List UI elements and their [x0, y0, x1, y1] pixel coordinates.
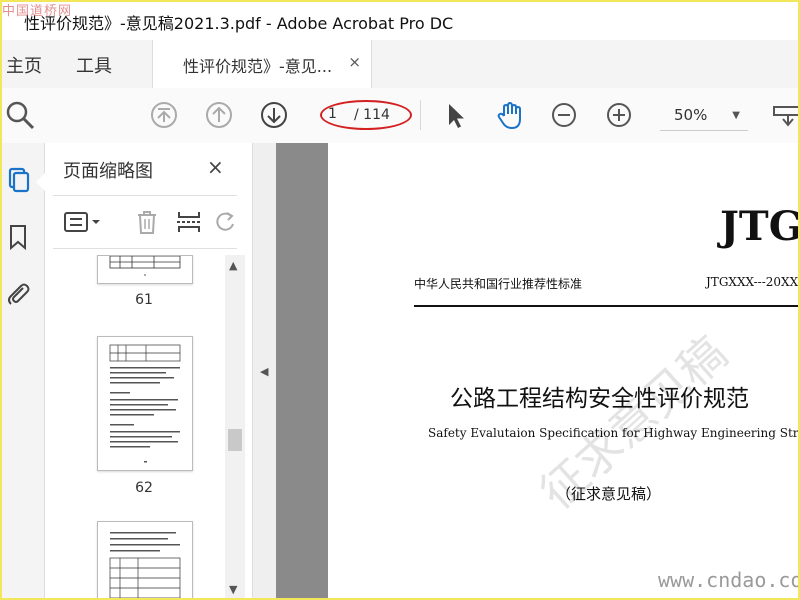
thumbnail-scrollbar[interactable]: ▲ ▼ [225, 255, 245, 600]
scroll-down-button[interactable]: ▼ [229, 583, 237, 596]
menu-bar: 主页 工具 [0, 40, 800, 89]
standard-number: JTGXXX---20XX [706, 275, 799, 289]
document-tab[interactable]: 性评价规范》-意见... × [152, 40, 372, 88]
page-thumbnail[interactable] [97, 255, 193, 284]
zoom-value: 50% [674, 106, 708, 124]
zoom-select[interactable]: 50% ▼ [660, 100, 748, 131]
left-rail [0, 143, 45, 600]
document-view[interactable]: JTG 中华人民共和国行业推荐性标准 JTGXXX---20XX 征求意见稿 公… [276, 143, 800, 600]
scrollbar-thumb[interactable] [228, 429, 242, 451]
header-rule [414, 305, 800, 307]
title-bar: 中国道桥网 性评价规范》-意见稿2021.3.pdf - Adobe Acrob… [0, 0, 800, 40]
thumbnail-panel: 页面缩略图 × 61 62 [45, 143, 252, 600]
pages-icon[interactable] [4, 165, 32, 193]
search-icon[interactable] [4, 99, 36, 131]
zoom-in-icon[interactable] [603, 99, 635, 131]
hand-icon[interactable] [494, 99, 526, 131]
bookmark-icon[interactable] [4, 223, 32, 251]
menu-tools[interactable]: 工具 [76, 52, 112, 78]
document-subtitle: Safety Evalutaion Specification for High… [428, 426, 800, 440]
tab-label: 性评价规范》-意见... [183, 57, 333, 76]
rotate-icon[interactable] [211, 208, 239, 236]
standard-code: JTG [720, 203, 800, 250]
site-watermark: www.cndao.com [658, 568, 800, 592]
options-icon[interactable] [63, 208, 103, 236]
page-thumbnail[interactable] [97, 336, 193, 471]
tab-close-button[interactable]: × [348, 53, 361, 71]
thumbnail-label: 61 [135, 292, 153, 308]
window-title: 性评价规范》-意见稿2021.3.pdf - Adobe Acrobat Pro… [24, 14, 454, 33]
standard-category: 中华人民共和国行业推荐性标准 [414, 277, 583, 291]
first-page-icon[interactable] [148, 99, 180, 131]
toolbar-divider [420, 100, 421, 130]
select-arrow-icon[interactable] [440, 99, 472, 131]
pdf-page: JTG 中华人民共和国行业推荐性标准 JTGXXX---20XX 征求意见稿 公… [328, 143, 800, 600]
panel-title: 页面缩略图 [63, 161, 153, 182]
insert-icon[interactable] [175, 208, 203, 236]
document-title: 公路工程结构安全性评价规范 [450, 386, 749, 412]
panel-collapse-strip[interactable]: ◀ [252, 143, 277, 600]
zoom-out-icon[interactable] [548, 99, 580, 131]
trash-icon[interactable] [133, 208, 161, 236]
panel-close-button[interactable]: × [207, 155, 224, 179]
menu-home[interactable]: 主页 [6, 52, 42, 78]
panel-toolbar [53, 195, 237, 249]
next-page-icon[interactable] [258, 99, 290, 131]
page-thumbnail[interactable] [97, 521, 193, 600]
thumbnail-label: 62 [135, 480, 153, 496]
annotation-circle [320, 100, 412, 130]
collapse-arrow-icon[interactable]: ◀ [260, 365, 268, 378]
attachment-icon[interactable] [4, 279, 32, 307]
prev-page-icon[interactable] [203, 99, 235, 131]
scroll-up-button[interactable]: ▲ [229, 259, 237, 272]
thumbnail-list: 61 62 [45, 255, 225, 600]
draft-label: （征求意见稿） [556, 485, 662, 503]
keyboard-icon[interactable] [772, 99, 800, 131]
chevron-down-icon: ▼ [732, 110, 740, 121]
